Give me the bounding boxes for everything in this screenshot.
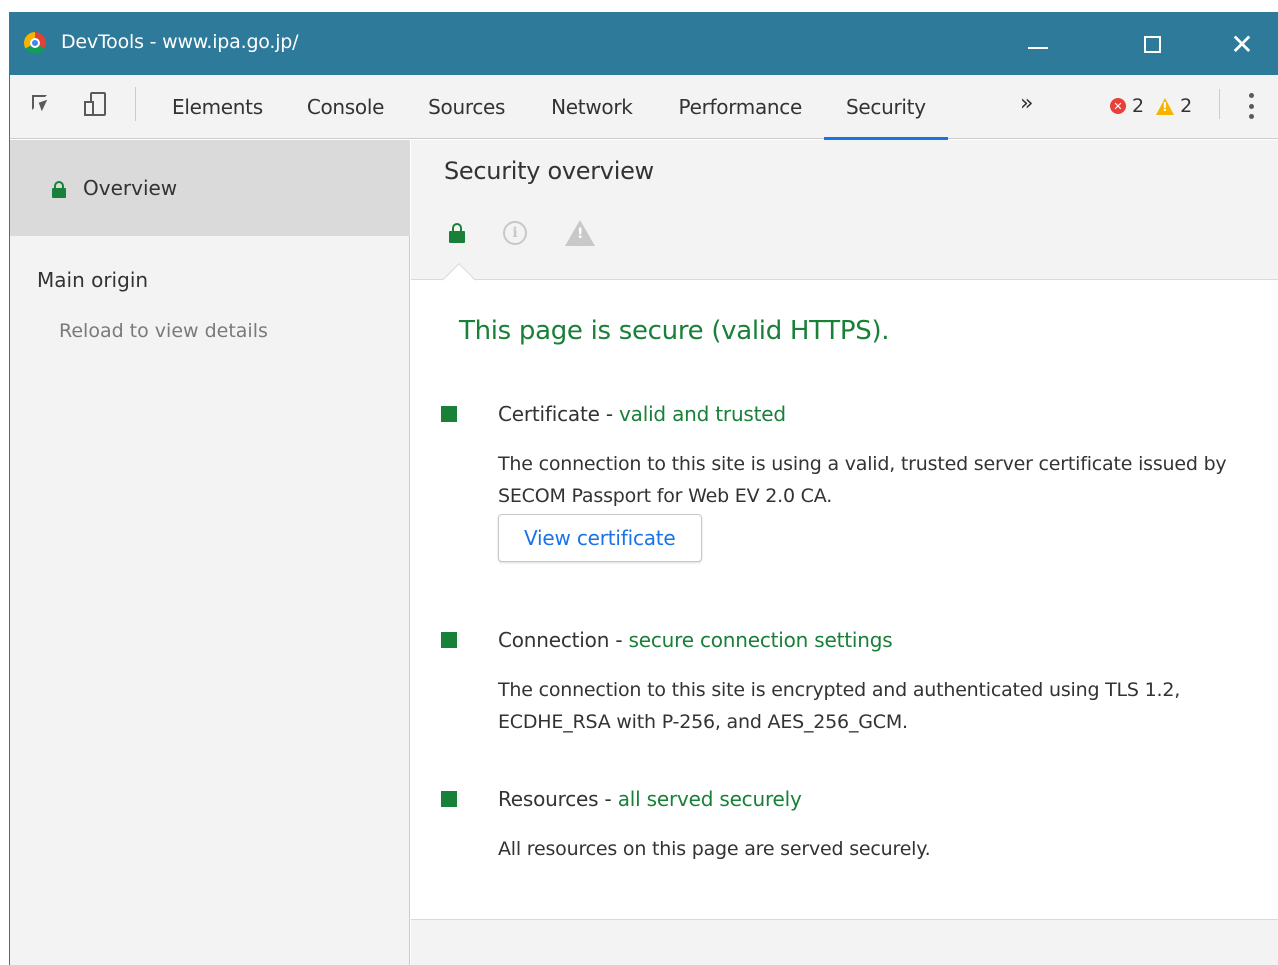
overview-content: This page is secure (valid HTTPS). Certi… — [411, 280, 1278, 920]
overview-header: Security overview i — [411, 140, 1278, 280]
alert-icon — [565, 220, 595, 246]
sidebar-item-label: Overview — [83, 176, 178, 200]
warning-count: 2 — [1180, 95, 1193, 117]
tab-network[interactable]: Network — [527, 75, 654, 139]
security-summary: This page is secure (valid HTTPS). — [459, 316, 890, 346]
tab-sources[interactable]: Sources — [406, 75, 527, 139]
section-description: The connection to this site is using a v… — [498, 453, 1227, 507]
tab-console[interactable]: Console — [285, 75, 406, 139]
error-icon: ✕ — [1110, 98, 1126, 114]
section-title: Connection - secure connection settings — [498, 628, 893, 652]
panel-footer — [411, 920, 1278, 965]
lock-icon — [449, 223, 465, 243]
close-button[interactable]: ✕ — [1220, 24, 1264, 64]
secure-bullet-icon — [441, 791, 457, 807]
view-certificate-button[interactable]: View certificate — [498, 514, 702, 562]
section-description: The connection to this site is encrypted… — [498, 679, 1181, 733]
security-overview-panel: Security overview i This page is secure … — [411, 140, 1278, 965]
tab-performance[interactable]: Performance — [655, 75, 824, 139]
more-options-icon[interactable] — [1248, 93, 1254, 119]
devtools-toolbar: Elements Console Sources Network Perform… — [10, 75, 1278, 140]
section-title: Certificate - valid and trusted — [498, 402, 786, 426]
section-status: all served securely — [617, 787, 802, 811]
tab-elements[interactable]: Elements — [156, 75, 285, 139]
info-icon: i — [503, 221, 527, 245]
security-sidebar: Overview Main origin Reload to view deta… — [10, 140, 410, 965]
console-issues-badge[interactable]: ✕ 2 2 — [1110, 95, 1192, 117]
inspect-element-icon[interactable] — [28, 89, 58, 119]
minimize-button[interactable] — [1016, 24, 1060, 64]
minimize-icon — [1028, 47, 1048, 49]
title-bar: DevTools - www.ipa.go.jp/ ✕ — [10, 12, 1278, 75]
secure-bullet-icon — [441, 632, 457, 648]
toolbar-divider — [1219, 89, 1220, 119]
toolbar-divider — [135, 87, 136, 121]
maximize-button[interactable] — [1130, 24, 1174, 64]
section-status: secure connection settings — [628, 628, 893, 652]
main-origin-heading: Main origin — [37, 268, 149, 292]
panel-tabs: Elements Console Sources Network Perform… — [156, 75, 948, 140]
section-title: Resources - all served securely — [498, 787, 802, 811]
sidebar-item-overview[interactable]: Overview — [10, 140, 410, 236]
devtools-window: DevTools - www.ipa.go.jp/ ✕ Elements Con… — [9, 12, 1278, 965]
secure-bullet-icon — [441, 406, 457, 422]
maximize-icon — [1143, 35, 1161, 53]
chrome-logo-icon — [24, 32, 46, 54]
security-state-icons: i — [449, 220, 595, 246]
section-status: valid and trusted — [619, 402, 786, 426]
section-description: All resources on this page are served se… — [498, 838, 931, 860]
main-origin-hint: Reload to view details — [59, 320, 268, 342]
lock-icon — [52, 181, 66, 198]
warning-icon — [1156, 97, 1175, 115]
tab-security[interactable]: Security — [824, 75, 948, 140]
page-title: Security overview — [444, 157, 654, 185]
window-title: DevTools - www.ipa.go.jp/ — [61, 31, 299, 53]
error-count: 2 — [1132, 95, 1145, 117]
device-toolbar-icon[interactable] — [80, 89, 110, 119]
more-tabs-button[interactable]: » — [1020, 91, 1033, 116]
